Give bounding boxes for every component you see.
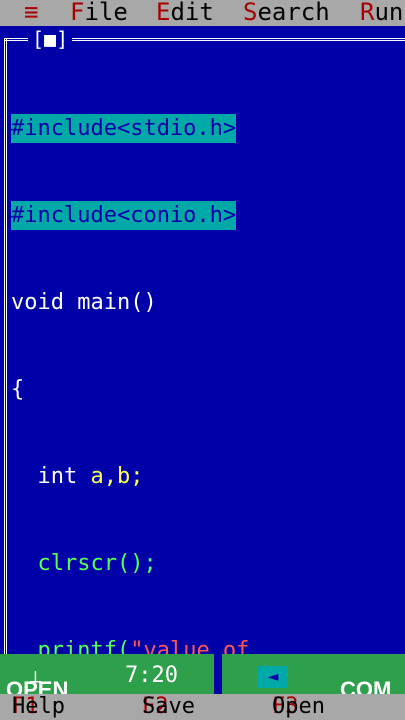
menu-run-label: un [374,0,404,26]
close-box-text: [■] [32,27,69,51]
code-text: { [11,377,25,402]
menu-file-label: ile [84,0,128,26]
menu-bar: ≡ File Edit Search Run [0,0,405,26]
code-line: { [11,375,401,404]
selected-code-text: #include<stdio.h> [11,114,237,143]
selected-code-text: #include<conio.h> [11,201,237,230]
function-key-bar: F1 Help F2 Save F3 Open [0,694,405,720]
f1-label: Help [12,694,65,719]
cursor-position: 7:20 [125,663,178,688]
menu-run[interactable]: Run [360,0,403,24]
menu-file[interactable]: File [70,0,128,24]
status-bar: ┴ 7:20 ◄ OPEN COM [0,654,405,702]
code-area[interactable]: #include<stdio.h> #include<conio.h> void… [11,56,401,720]
f2-label: Save [142,694,195,719]
menu-search-hotkey: S [243,0,258,26]
code-line: #include<conio.h> [11,201,401,230]
menu-edit-hotkey: E [156,0,171,26]
menu-edit-label: dit [170,0,214,26]
editor-window[interactable]: [■] #include<stdio.h> #include<conio.h> … [0,26,405,663]
code-line: clrscr(); [11,549,401,578]
code-function: clrscr [11,551,117,576]
code-text: a,b; [90,464,144,489]
code-line: int a,b; [11,462,401,491]
menu-edit[interactable]: Edit [156,0,214,24]
code-text: (); [116,551,157,576]
status-divider [214,654,222,694]
f3-label: Open [272,694,325,719]
menu-run-hotkey: R [360,0,375,26]
scroll-left-icon[interactable]: ◄ [258,666,288,688]
window-frame-left [4,38,7,654]
code-line: void main() [11,288,401,317]
window-close-box[interactable]: [■] [28,27,73,51]
code-line: #include<stdio.h> [11,114,401,143]
menu-search[interactable]: Search [243,0,330,24]
system-menu-icon[interactable]: ≡ [24,0,38,24]
code-keyword: int [11,464,91,489]
code-text: void main() [11,290,157,315]
menu-search-label: earch [257,0,330,26]
menu-file-hotkey: F [70,0,85,26]
